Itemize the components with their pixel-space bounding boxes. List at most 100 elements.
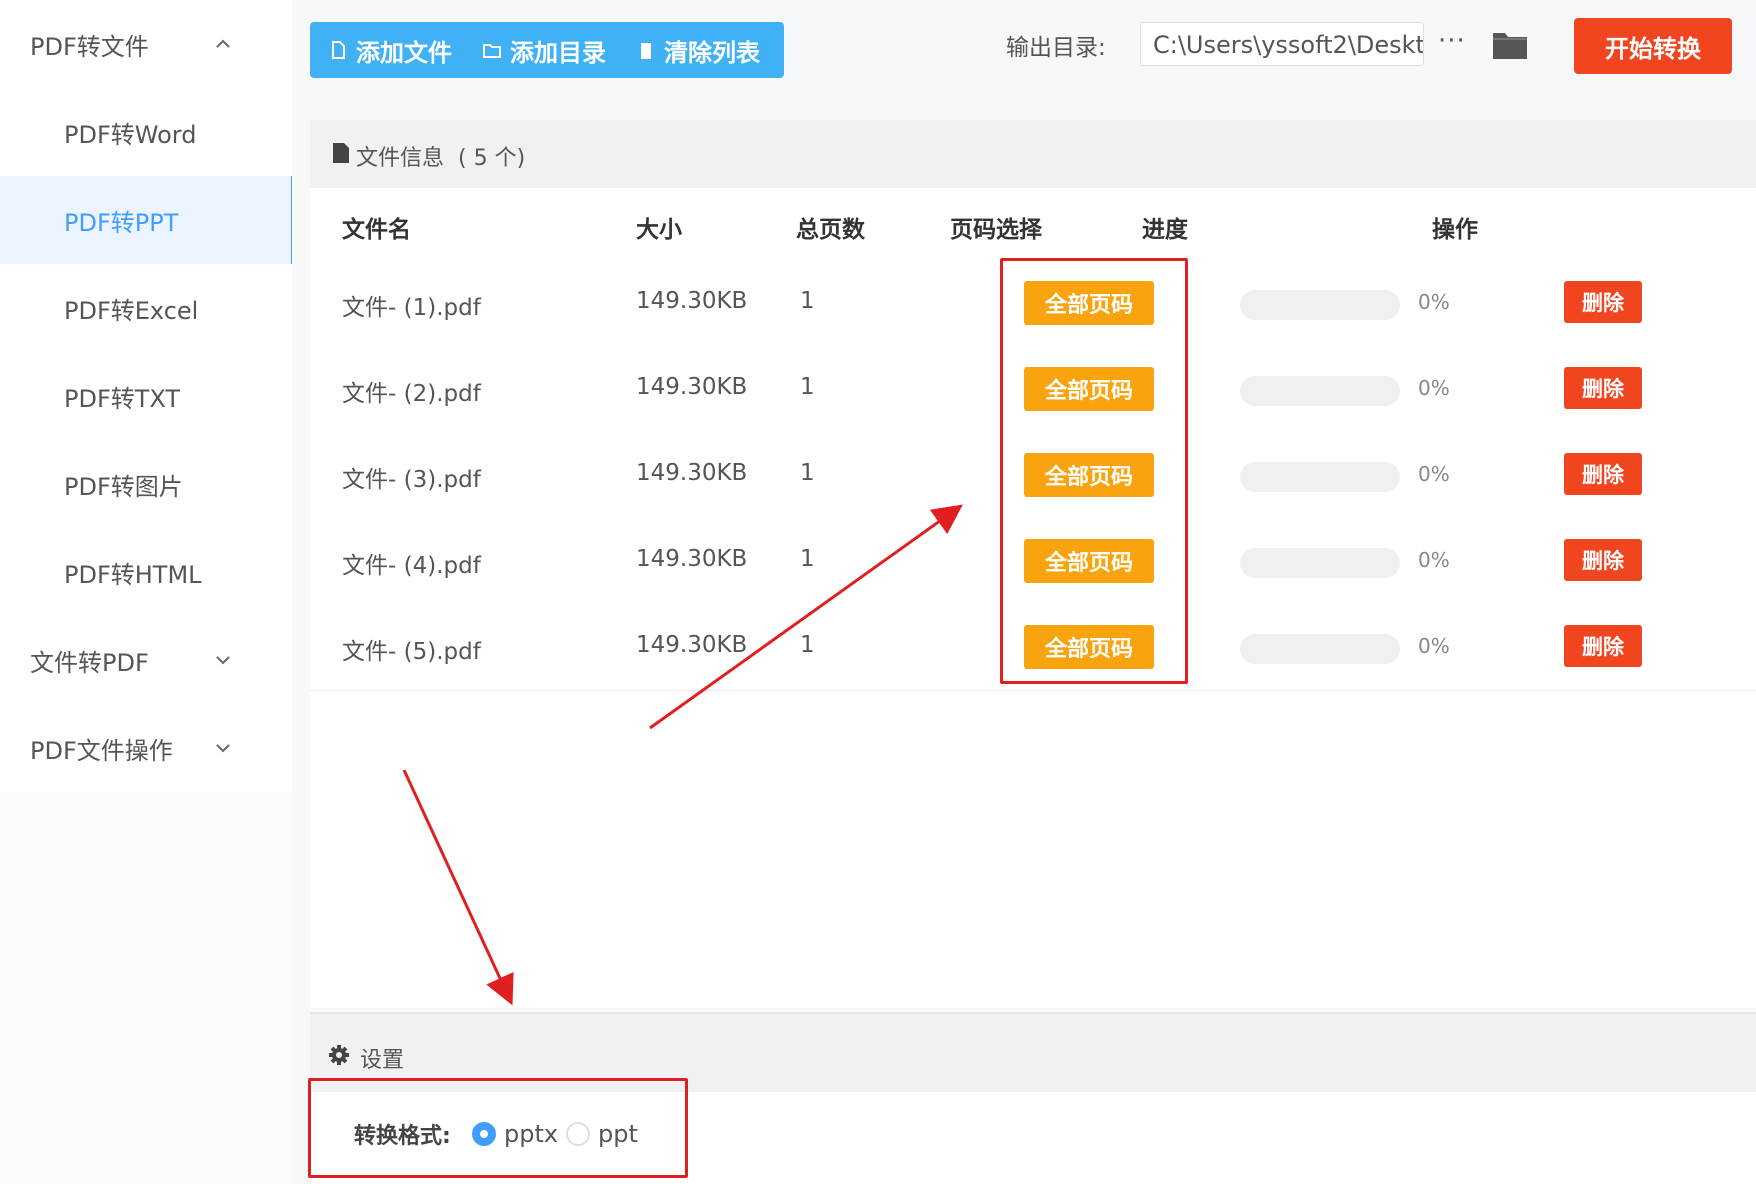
file-count: ( 5 个) <box>458 146 526 171</box>
sidebar-item-pdf-to-excel[interactable]: PDF转Excel <box>0 264 292 352</box>
radio-label: ppt <box>598 1120 638 1148</box>
file-size: 149.30KB <box>636 632 748 658</box>
file-size: 149.30KB <box>636 460 748 486</box>
browse-more-button[interactable]: ··· <box>1438 26 1466 56</box>
sidebar-item-label: PDF转HTML <box>64 560 202 589</box>
sidebar-empty-area <box>0 792 292 1184</box>
document-icon <box>333 143 349 163</box>
delete-button[interactable]: 删除 <box>1564 367 1642 409</box>
settings-title: 设置 <box>360 1048 405 1073</box>
sidebar-item-pdf-to-ppt[interactable]: PDF转PPT <box>0 176 294 264</box>
table-header: 文件名 大小 总页数 页码选择 进度 操作 <box>310 188 1756 261</box>
sidebar-item-pdf-to-txt[interactable]: PDF转TXT <box>0 352 292 440</box>
page-select-button[interactable]: 全部页码 <box>1024 625 1154 669</box>
sidebar-group-label: PDF转文件 <box>30 32 149 61</box>
column-header-progress: 进度 <box>1142 217 1188 243</box>
delete-button[interactable]: 删除 <box>1564 281 1642 323</box>
progress-bar <box>1240 462 1400 492</box>
page-select-button[interactable]: 全部页码 <box>1024 281 1154 325</box>
progress-bar <box>1240 376 1400 406</box>
output-directory-input[interactable]: C:\Users\yssoft2\Deskt <box>1140 22 1424 66</box>
file-size: 149.30KB <box>636 374 748 400</box>
page-count: 1 <box>800 374 815 400</box>
settings-body: 转换格式: pptx ppt <box>310 1092 1756 1184</box>
progress-bar <box>1240 634 1400 664</box>
clear-list-label: 清除列表 <box>664 38 760 67</box>
sidebar-group-pdf-to-file[interactable]: PDF转文件 <box>0 0 292 88</box>
add-file-button[interactable]: 添加文件 <box>310 22 464 78</box>
progress-text: 0% <box>1418 548 1450 572</box>
sidebar-group-pdf-operations[interactable]: PDF文件操作 <box>0 704 292 792</box>
file-name: 文件- (4).pdf <box>342 553 481 579</box>
file-size: 149.30KB <box>636 288 748 314</box>
chevron-down-icon <box>216 656 230 665</box>
page-count: 1 <box>800 288 815 314</box>
sidebar-item-pdf-to-html[interactable]: PDF转HTML <box>0 528 292 616</box>
chevron-up-icon <box>216 39 230 48</box>
table-row: 文件- (1).pdf 149.30KB 1 全部页码 0% 删除 <box>310 260 1756 347</box>
page-select-button[interactable]: 全部页码 <box>1024 539 1154 583</box>
add-directory-button[interactable]: 添加目录 <box>464 22 618 78</box>
radio-circle <box>566 1122 590 1146</box>
file-info-title: 文件信息 <box>356 146 445 171</box>
chevron-down-icon <box>216 744 230 753</box>
progress-text: 0% <box>1418 462 1450 486</box>
settings-header: 设置 <box>310 1012 1756 1094</box>
page-count: 1 <box>800 460 815 486</box>
open-folder-icon[interactable] <box>1492 28 1528 60</box>
file-name: 文件- (5).pdf <box>342 639 481 665</box>
add-file-label: 添加文件 <box>356 38 452 67</box>
column-header-filename: 文件名 <box>342 217 411 243</box>
file-size: 149.30KB <box>636 546 748 572</box>
sidebar-item-label: PDF转TXT <box>64 384 181 413</box>
start-convert-button[interactable]: 开始转换 <box>1574 18 1732 74</box>
file-name: 文件- (1).pdf <box>342 295 481 321</box>
sidebar-item-label: PDF转Excel <box>64 296 199 325</box>
toolbar: 添加文件 添加目录 清除列表 输出目录: C:\Users\yssoft2\De… <box>292 0 1756 100</box>
main-area: 添加文件 添加目录 清除列表 输出目录: C:\Users\yssoft2\De… <box>292 0 1756 1184</box>
page-select-button[interactable]: 全部页码 <box>1024 367 1154 411</box>
trash-icon <box>641 43 651 59</box>
sidebar-item-pdf-to-word[interactable]: PDF转Word <box>0 88 292 176</box>
format-radio-pptx[interactable]: pptx <box>472 1120 558 1148</box>
sidebar-item-label: PDF转PPT <box>64 208 179 237</box>
table-row: 文件- (4).pdf 149.30KB 1 全部页码 0% 删除 <box>310 518 1756 605</box>
delete-button[interactable]: 删除 <box>1564 625 1642 667</box>
gear-icon <box>329 1045 349 1065</box>
add-directory-label: 添加目录 <box>510 38 606 67</box>
progress-bar <box>1240 548 1400 578</box>
sidebar: PDF转文件 PDF转Word PDF转PPT PDF转Excel PDF转TX… <box>0 0 294 792</box>
column-header-page-select: 页码选择 <box>950 217 1042 243</box>
delete-button[interactable]: 删除 <box>1564 453 1642 495</box>
convert-format-label: 转换格式: <box>354 1124 451 1149</box>
progress-text: 0% <box>1418 376 1450 400</box>
page-select-button[interactable]: 全部页码 <box>1024 453 1154 497</box>
progress-text: 0% <box>1418 290 1450 314</box>
folder-icon <box>483 44 501 58</box>
progress-text: 0% <box>1418 634 1450 658</box>
column-header-action: 操作 <box>1432 217 1478 243</box>
file-info-panel: 文件信息 ( 5 个) 文件名 大小 总页数 页码选择 进度 操作 文件- (1… <box>310 120 1756 1008</box>
sidebar-item-label: PDF转图片 <box>64 472 183 501</box>
sidebar-group-label: PDF文件操作 <box>30 736 173 765</box>
clear-list-button[interactable]: 清除列表 <box>618 22 772 78</box>
radio-label: pptx <box>504 1120 559 1148</box>
sidebar-item-pdf-to-image[interactable]: PDF转图片 <box>0 440 292 528</box>
column-header-pages: 总页数 <box>796 217 865 243</box>
sidebar-group-label: 文件转PDF <box>30 648 149 677</box>
column-header-size: 大小 <box>636 217 682 243</box>
file-icon <box>332 41 345 59</box>
sidebar-item-label: PDF转Word <box>64 120 197 149</box>
delete-button[interactable]: 删除 <box>1564 539 1642 581</box>
file-name: 文件- (2).pdf <box>342 381 481 407</box>
file-info-header: 文件信息 ( 5 个) <box>310 120 1756 188</box>
table-row: 文件- (3).pdf 149.30KB 1 全部页码 0% 删除 <box>310 432 1756 519</box>
sidebar-group-file-to-pdf[interactable]: 文件转PDF <box>0 616 292 704</box>
page-count: 1 <box>800 546 815 572</box>
file-button-group: 添加文件 添加目录 清除列表 <box>310 22 784 78</box>
output-directory-label: 输出目录: <box>1006 35 1106 61</box>
table-row: 文件- (5).pdf 149.30KB 1 全部页码 0% 删除 <box>310 604 1756 691</box>
progress-bar <box>1240 290 1400 320</box>
file-name: 文件- (3).pdf <box>342 467 481 493</box>
format-radio-ppt[interactable]: ppt <box>566 1120 638 1148</box>
